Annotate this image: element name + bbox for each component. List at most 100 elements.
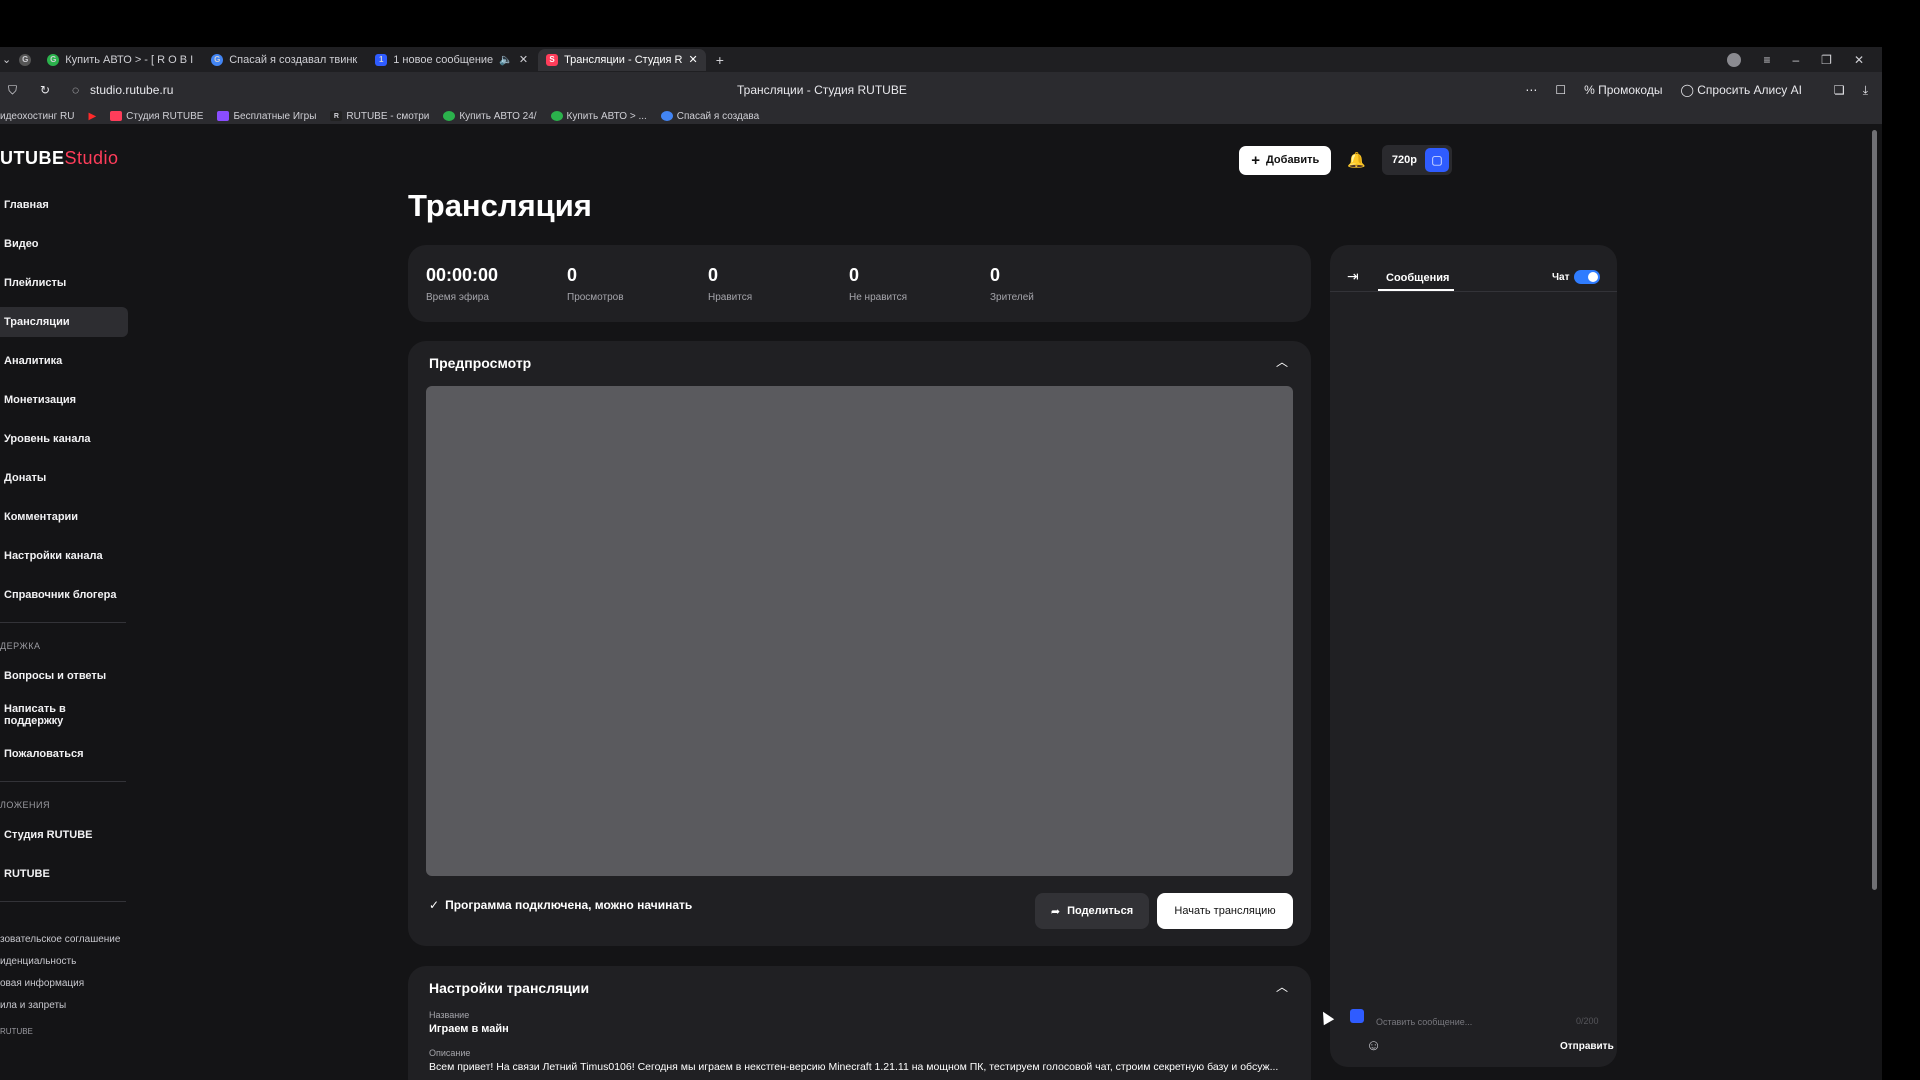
footer-link-rules[interactable]: ила и запреты (0, 1000, 128, 1011)
sidebar-item-faq[interactable]: Вопросы и ответы (0, 661, 128, 691)
sidebar-item-studio-app[interactable]: Студия RUTUBE (0, 820, 128, 850)
chat-toggle[interactable] (1574, 270, 1600, 284)
browser-tab-2[interactable]: G Спасай я создавал твинк (203, 49, 365, 71)
stat-viewers: 0 Зрителей (990, 265, 1034, 303)
chevron-up-icon[interactable]: ︿ (1276, 978, 1288, 995)
reload-icon[interactable]: ↻ (40, 83, 50, 97)
sidebar-item-comments[interactable]: Комментарии (0, 502, 128, 532)
page-scrollbar[interactable] (1872, 130, 1877, 890)
sidebar-item-monetization[interactable]: Монетизация (0, 385, 128, 415)
tab-close-icon[interactable]: ✕ (519, 53, 528, 66)
chat-message-input[interactable]: Оставить сообщение... (1376, 1017, 1472, 1027)
footer-link-legal[interactable]: овая информация (0, 978, 128, 989)
alice-button[interactable]: ◯ Спросить Алису AI (1680, 83, 1801, 97)
bookmark-item[interactable]: ▶ (88, 111, 96, 122)
browser-tab-4-active[interactable]: S Трансляции - Студия R ✕ (538, 48, 706, 71)
stat-likes: 0 Нравится (708, 265, 753, 303)
url-field[interactable]: studio.rutube.ru (90, 83, 173, 97)
stream-settings-card: Настройки трансляции ︿ Название Играем в… (408, 966, 1311, 1080)
bookmark-item[interactable]: Купить АВТО 24/ (443, 111, 537, 122)
bookmark-item[interactable]: Купить АВТО > ... (550, 111, 647, 122)
header-actions: + Добавить 🔔 720p ▢ (1239, 145, 1452, 175)
collapse-panel-icon[interactable]: ⇥ (1347, 268, 1359, 285)
sidebar-item-blogger-guide[interactable]: Справочник блогера (0, 580, 128, 610)
bookmark-item[interactable]: Спасай я создава (660, 111, 759, 122)
connection-status: ✓ Программа подключена, можно начинать (429, 898, 693, 912)
rutube-studio-logo[interactable]: UTUBEStudio (0, 148, 119, 169)
new-tab-icon[interactable]: + (708, 52, 732, 68)
site-info-icon[interactable]: ◌ (72, 83, 79, 97)
tab-messages[interactable]: Сообщения (1386, 272, 1449, 284)
sidebar-divider (0, 622, 126, 623)
security-shield-icon[interactable]: ⛉ (8, 83, 17, 98)
tab-favicon-icon: 1 (375, 53, 388, 66)
channel-avatar[interactable]: ▢ (1425, 148, 1449, 172)
sidebar-item-channel-level[interactable]: Уровень канала (0, 424, 128, 454)
footer-link-agreement[interactable]: зовательское соглашение (0, 934, 128, 945)
tab-label: Трансляции - Студия R (564, 53, 683, 66)
preview-title: Предпросмотр (429, 355, 532, 371)
screen-top-bar (0, 0, 1920, 47)
minimize-icon[interactable]: – (1792, 53, 1799, 67)
video-preview[interactable] (426, 386, 1293, 876)
address-bar: ⛉ ↻ ◌ studio.rutube.ru Трансляции - Студ… (0, 72, 1882, 108)
restore-icon[interactable]: ❐ (1821, 53, 1832, 67)
stat-dislikes: 0 Не нравится (849, 265, 907, 303)
footer-link-privacy[interactable]: иденциальность (0, 956, 128, 967)
g-icon (443, 111, 456, 121)
bell-icon[interactable]: 🔔 (1347, 151, 1366, 169)
tab-label: 1 новое сообщение (393, 53, 494, 66)
chat-toggle-label: Чат (1552, 272, 1570, 283)
tab-label: Купить АВТО > - [ R O B I (65, 53, 194, 66)
close-window-icon[interactable]: ✕ (1854, 53, 1864, 67)
promo-button[interactable]: % Промокоды (1584, 83, 1662, 97)
sidebar-item-analytics[interactable]: Аналитика (0, 346, 128, 376)
tab-list-chevron-icon[interactable]: ⌄ (0, 53, 19, 66)
download-icon[interactable]: ⤓ (1863, 83, 1868, 98)
bookmark-item[interactable]: идеохостинг RU (0, 111, 74, 122)
sidebar-item-channel-settings[interactable]: Настройки канала (0, 541, 128, 571)
bookmark-item[interactable]: Бесплатные Игры (217, 111, 316, 122)
browser-tab-3[interactable]: 1 1 новое сообщение 🔈 ✕ (367, 49, 536, 71)
emoji-icon[interactable]: ☺ (1366, 1037, 1381, 1054)
sidebar-item-report[interactable]: Пожаловаться (0, 739, 128, 769)
page-title: Трансляция (408, 188, 592, 223)
profile-icon[interactable] (1727, 52, 1742, 67)
plus-icon: + (1251, 151, 1260, 169)
bookmark-item[interactable]: R RUTUBE - смотри (330, 111, 429, 122)
send-button[interactable]: Отправить (1560, 1041, 1614, 1052)
sidebar-item-playlists[interactable]: Плейлисты (0, 268, 128, 298)
rutube-studio-icon (110, 111, 123, 121)
sidebar-divider (0, 901, 126, 902)
bookmarks-bar: идеохостинг RU ▶ Студия RUTUBE Бесплатны… (0, 108, 1882, 124)
sidebar-item-rutube-app[interactable]: RUTUBE (0, 859, 128, 889)
name-label: Название (429, 1010, 470, 1020)
g-icon (550, 111, 563, 121)
menu-icon[interactable]: ≡ (1763, 53, 1770, 67)
browser-app-icon[interactable]: G (19, 53, 32, 66)
collections-icon[interactable]: ❏ (1834, 83, 1845, 97)
sidebar-item-home[interactable]: Главная (0, 190, 128, 220)
description-value[interactable]: Всем привет! На связи Летний Timus0106! … (429, 1061, 1289, 1073)
speaker-icon: 🔈 (499, 54, 513, 66)
stream-stats-card: 00:00:00 Время эфира 0 Просмотров 0 Нрав… (408, 245, 1311, 322)
share-button[interactable]: ➦ Поделиться (1035, 893, 1149, 929)
tab-favicon-icon: G (211, 53, 224, 66)
page-title-in-addressbar: Трансляции - Студия RUTUBE (737, 83, 907, 97)
sidebar-item-donations[interactable]: Донаты (0, 463, 128, 493)
bookmark-item[interactable]: Студия RUTUBE (110, 111, 203, 122)
sidebar-item-write-support[interactable]: Написать в поддержку (0, 700, 128, 730)
add-button[interactable]: + Добавить (1239, 145, 1332, 175)
sidebar-item-video[interactable]: Видео (0, 229, 128, 259)
channel-menu[interactable]: 720p ▢ (1381, 145, 1452, 175)
chat-header-divider (1330, 291, 1617, 292)
browser-tab-1[interactable]: G Купить АВТО > - [ R O B I (39, 49, 201, 71)
more-icon[interactable]: ⋯ (1525, 83, 1537, 97)
bookmark-icon[interactable]: ☐ (1555, 83, 1566, 97)
name-value[interactable]: Играем в майн (429, 1023, 1289, 1035)
chat-char-counter: 0/200 (1576, 1016, 1599, 1026)
chevron-up-icon[interactable]: ︿ (1276, 353, 1288, 370)
tab-close-icon[interactable]: ✕ (689, 53, 698, 66)
sidebar-item-streams[interactable]: Трансляции (0, 307, 128, 337)
start-stream-button[interactable]: Начать трансляцию (1157, 893, 1293, 929)
